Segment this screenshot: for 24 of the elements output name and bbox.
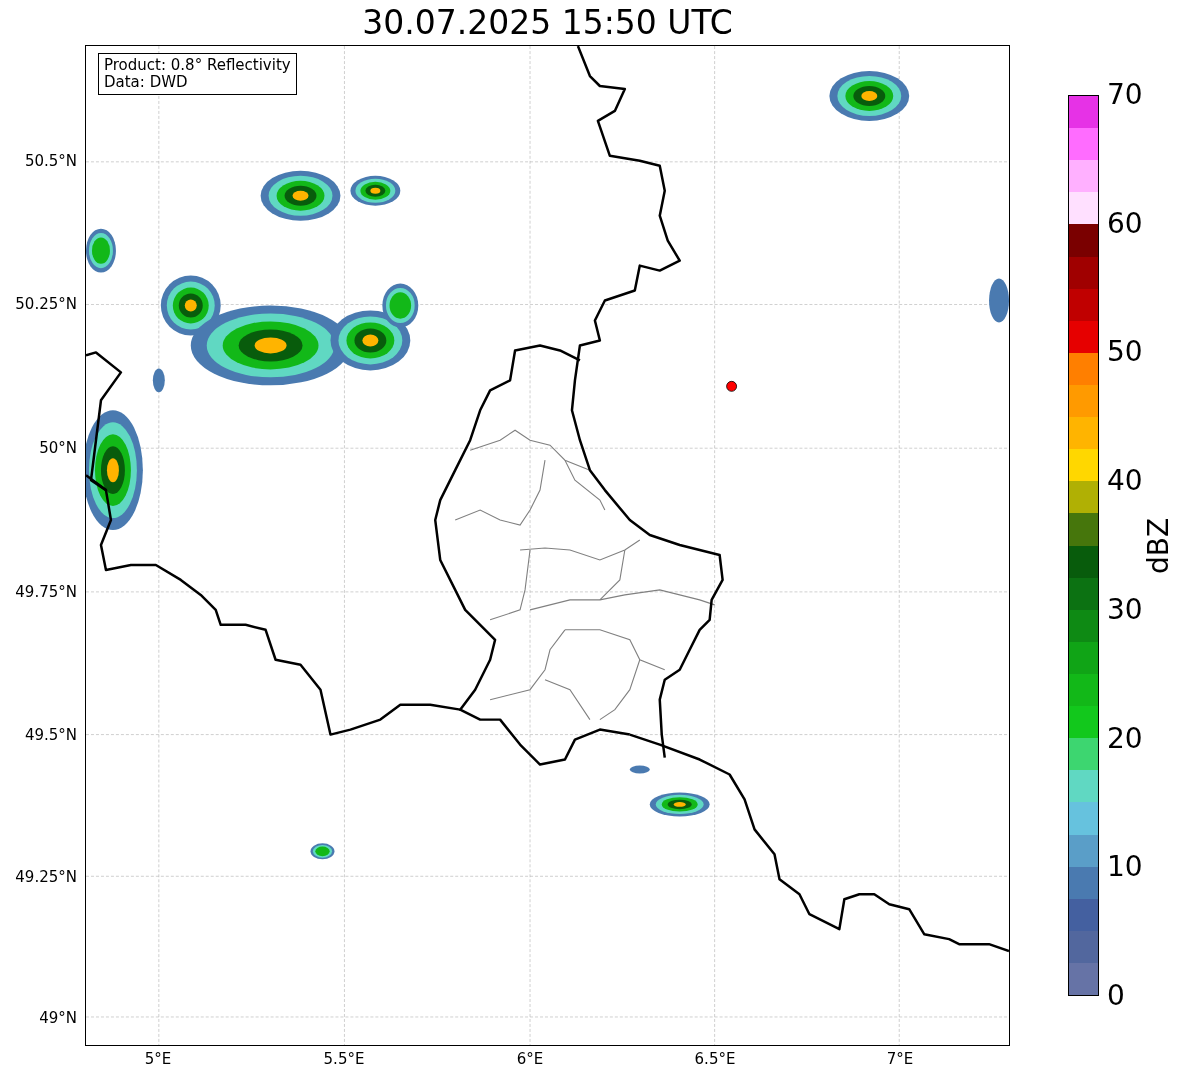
latitude-label: 49.5°N xyxy=(24,727,77,743)
longitude-label: 5.5°E xyxy=(323,1052,365,1067)
colorbar-tick-label: 60 xyxy=(1107,209,1143,238)
latitude-label: 49.25°N xyxy=(15,869,77,885)
longitude-label: 6°E xyxy=(516,1052,544,1067)
colorbar-tick-label: 70 xyxy=(1107,81,1143,109)
colorbar-axis-label: dBZ xyxy=(1145,517,1173,574)
colorbar-tick-label: 10 xyxy=(1107,853,1143,882)
longitude-label: 7°E xyxy=(886,1052,914,1067)
latitude-label: 50.25°N xyxy=(15,296,77,312)
latitude-label: 49°N xyxy=(39,1010,77,1026)
longitude-label: 5°E xyxy=(144,1052,172,1067)
colorbar-tick-label: 30 xyxy=(1107,595,1143,624)
colorbar-tick-label: 0 xyxy=(1107,982,1125,1010)
longitude-label: 6.5°E xyxy=(694,1052,736,1067)
legend-text: Data: DWD xyxy=(104,74,189,91)
latitude-label: 50.5°N xyxy=(24,153,77,169)
colorbar-tick-label: 50 xyxy=(1107,338,1143,367)
chart-title: 30.07.2025 15:50 UTC xyxy=(362,6,733,39)
colorbar-tick-label: 20 xyxy=(1107,724,1143,753)
latitude-label: 50°N xyxy=(39,440,77,456)
colorbar-tick-label: 40 xyxy=(1107,467,1143,496)
latitude-label: 49.75°N xyxy=(15,584,77,600)
legend-text: Product: 0.8° Reflectivity xyxy=(104,57,291,74)
